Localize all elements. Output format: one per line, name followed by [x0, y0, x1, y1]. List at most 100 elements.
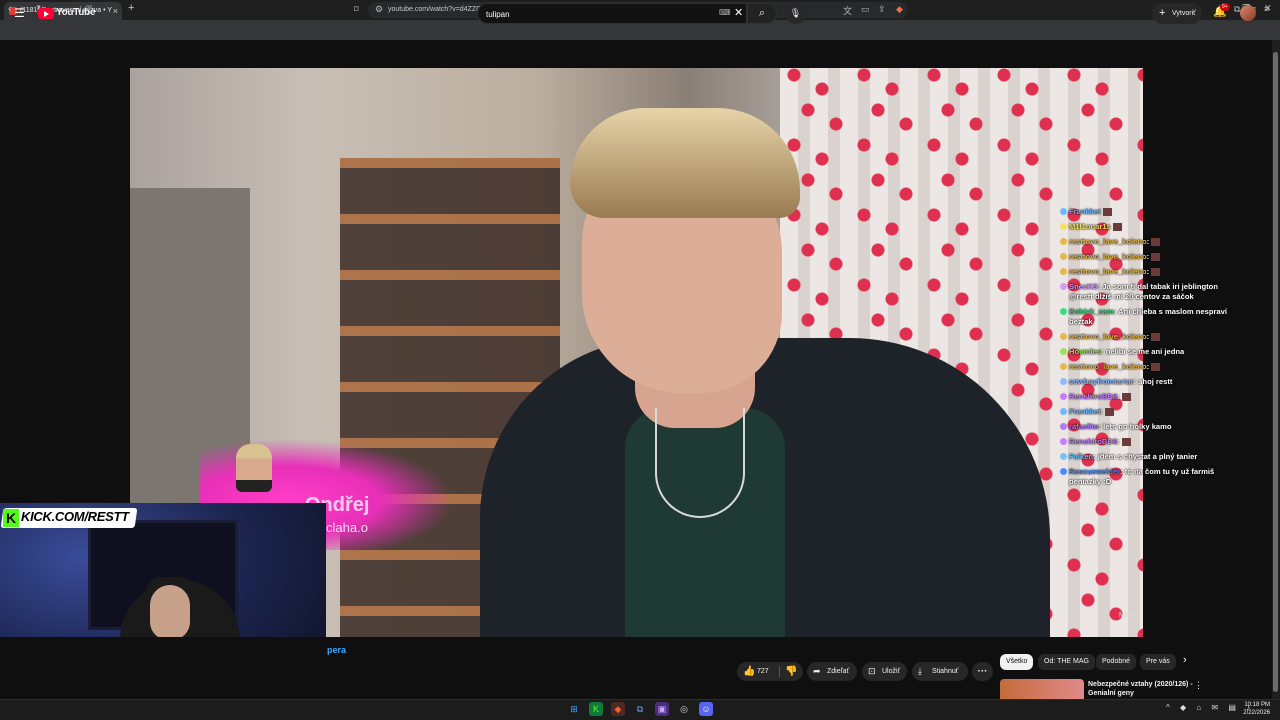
taskview-icon[interactable]: ⧉ — [633, 702, 647, 716]
thumbs-up-icon[interactable]: 👍 — [743, 662, 755, 681]
suggested-video-thumbnail[interactable] — [1000, 679, 1084, 699]
search-box[interactable]: ⌨ ✕ — [477, 3, 747, 24]
chat-username[interactable]: Frankket — [1069, 207, 1101, 216]
obs-icon[interactable]: ◎ — [677, 702, 691, 716]
like-divider — [779, 666, 780, 677]
chat-text: : — [1117, 392, 1120, 401]
close-tab-icon[interactable]: × — [113, 2, 118, 20]
create-label: Vytvoriť — [1172, 10, 1196, 17]
search-input[interactable] — [486, 7, 706, 21]
share-button[interactable]: ➦ Zdieľať — [807, 662, 857, 681]
chat-badge-icon — [1060, 308, 1067, 315]
chat-username[interactable]: resttovo_lave_koleno — [1069, 237, 1147, 246]
chat-badge-icon — [1060, 408, 1067, 415]
chat-text: : ahoj restt — [1133, 377, 1173, 386]
chat-username[interactable]: M1l1onar1s — [1069, 222, 1111, 231]
twitch-icon[interactable]: ▣ — [655, 702, 669, 716]
chat-username[interactable]: resttovo_lave_koleno — [1069, 252, 1147, 261]
create-button[interactable]: + Vytvoriť — [1152, 3, 1202, 24]
chat-username[interactable]: cowboyfromtartar — [1069, 377, 1134, 386]
scrollbar-thumb[interactable] — [1273, 52, 1278, 692]
site-info-icon[interactable]: ⚙ — [375, 4, 383, 15]
chat-text: : lets go holky kamo — [1098, 422, 1172, 431]
account-avatar[interactable] — [1240, 5, 1256, 21]
search-icon: ⌕ — [758, 7, 766, 19]
chat-text: : — [1117, 437, 1120, 446]
chat-message: resttovo_lave_koleno: — [1060, 237, 1240, 247]
chat-badge-icon — [1060, 253, 1067, 260]
bookmark-icon[interactable]: ⌑ — [354, 4, 359, 15]
discord-icon[interactable]: ☺ — [699, 702, 713, 716]
chat-badge-icon — [1060, 238, 1067, 245]
brave-browser-icon[interactable]: ◆ — [611, 702, 625, 716]
download-label: Stiahnuť — [932, 668, 959, 675]
brave-shield-icon[interactable]: ◆ — [896, 4, 903, 15]
chat-text: : — [1146, 362, 1150, 371]
chat-username[interactable]: Frankket — [1069, 407, 1101, 416]
chat-username[interactable]: Houmles — [1069, 347, 1101, 356]
chat-emote-icon — [1112, 223, 1122, 231]
chat-message: cowboyfromtartar: ahoj restt — [1060, 377, 1240, 387]
chat-message: Houmles: nelibi se me ani jedna — [1060, 347, 1240, 357]
chat-username[interactable]: SnecKS — [1069, 282, 1098, 291]
chat-username[interactable]: resttovo_lave_koleno — [1069, 267, 1147, 276]
chat-badge-icon — [1060, 393, 1067, 400]
new-tab-button[interactable]: + — [128, 2, 134, 14]
search-button[interactable]: ⌕ — [747, 3, 777, 24]
chat-username[interactable]: RenshiroBD8 — [1069, 437, 1117, 446]
chat-message: RenshiroBD8: — [1060, 392, 1240, 402]
chat-badge-icon — [1060, 378, 1067, 385]
clear-search-icon[interactable]: ✕ — [734, 6, 743, 19]
more-actions-button[interactable]: ··· — [972, 662, 993, 681]
chat-message: Rescuewelder: to na čom tu ty už farmiš … — [1060, 467, 1240, 487]
chat-emote-icon — [1151, 268, 1161, 276]
windows-start-icon[interactable]: ⊞ — [567, 702, 581, 716]
chat-username[interactable]: rafaelito — [1069, 422, 1099, 431]
browser-menu-icon[interactable]: ≡ — [1264, 4, 1269, 14]
chevron-right-icon[interactable]: › — [1183, 654, 1187, 666]
chat-badge-icon — [1060, 423, 1067, 430]
chip-from-channel[interactable]: Od: THE MAG — [1038, 654, 1095, 670]
chat-message: rafaelito: lets go holky kamo — [1060, 422, 1240, 432]
chip-all[interactable]: Všetko — [1000, 654, 1034, 670]
chat-message: Frankket — [1060, 207, 1240, 217]
share-arrow-icon: ➦ — [813, 666, 821, 676]
stream-chat: Frankket M1l1onar1s resttovo_lave_koleno: r… — [1060, 207, 1240, 492]
voice-search-button[interactable]: 🎙 — [785, 3, 806, 24]
kick-url: KICK.COM/RESTT — [21, 509, 129, 524]
keyboard-icon[interactable]: ⌨ — [719, 8, 731, 17]
suggested-video-menu-icon[interactable]: ⋮ — [1194, 680, 1203, 691]
like-count[interactable]: 727 — [757, 662, 769, 681]
channel-name-partial[interactable]: pera — [327, 645, 346, 655]
video-watermark: MAG — [1119, 612, 1135, 619]
plus-icon: + — [1159, 7, 1166, 19]
chat-username[interactable]: Bobick_cam — [1069, 307, 1114, 316]
suggested-video-title[interactable]: Nebezpečné vztahy (2020/126) - Genialní … — [1088, 680, 1198, 698]
kick-app-icon[interactable]: K — [589, 702, 603, 716]
chat-username[interactable]: resttovo_lave_koleno — [1069, 332, 1147, 341]
translate-icon[interactable]: 文 — [843, 4, 852, 17]
video-person-necklace — [655, 408, 745, 518]
cast-icon[interactable]: ▭ — [861, 4, 870, 15]
chat-username[interactable]: RenshiroBD8 — [1069, 392, 1117, 401]
thumbs-down-icon[interactable]: 👎 — [785, 662, 797, 681]
chat-username[interactable]: Falken — [1069, 452, 1093, 461]
chat-username[interactable]: Rescuewelder — [1069, 467, 1120, 476]
chat-message: M1l1onar1s — [1060, 222, 1240, 232]
share-page-icon[interactable]: ⇪ — [878, 4, 886, 15]
chat-message: SnecKS: Ja som ti dal tabak iri jeblingt… — [1060, 282, 1240, 302]
taskbar-clock[interactable]: 10:18 PM 2/22/2026 — [1238, 701, 1270, 717]
notification-count-badge: 9+ — [1220, 3, 1230, 11]
chat-emote-icon — [1102, 208, 1112, 216]
chat-message: Falken: jdem s chystat a plný tanier — [1060, 452, 1240, 462]
download-button[interactable]: ⤓ Stiahnuť — [912, 662, 968, 681]
kick-logo-icon: K — [3, 509, 19, 527]
save-button[interactable]: ⊡ Uložiť — [862, 662, 907, 681]
hamburger-menu-icon[interactable]: ☰ — [14, 6, 25, 20]
chip-related[interactable]: Podobné — [1096, 654, 1137, 670]
youtube-logo-icon[interactable] — [38, 8, 54, 19]
back-icon[interactable]: ‹ — [8, 3, 12, 15]
chip-for-you[interactable]: Pre vás — [1140, 654, 1176, 670]
lower-third-portrait — [236, 444, 272, 492]
chat-username[interactable]: resttovo_lave_koleno — [1069, 362, 1147, 371]
